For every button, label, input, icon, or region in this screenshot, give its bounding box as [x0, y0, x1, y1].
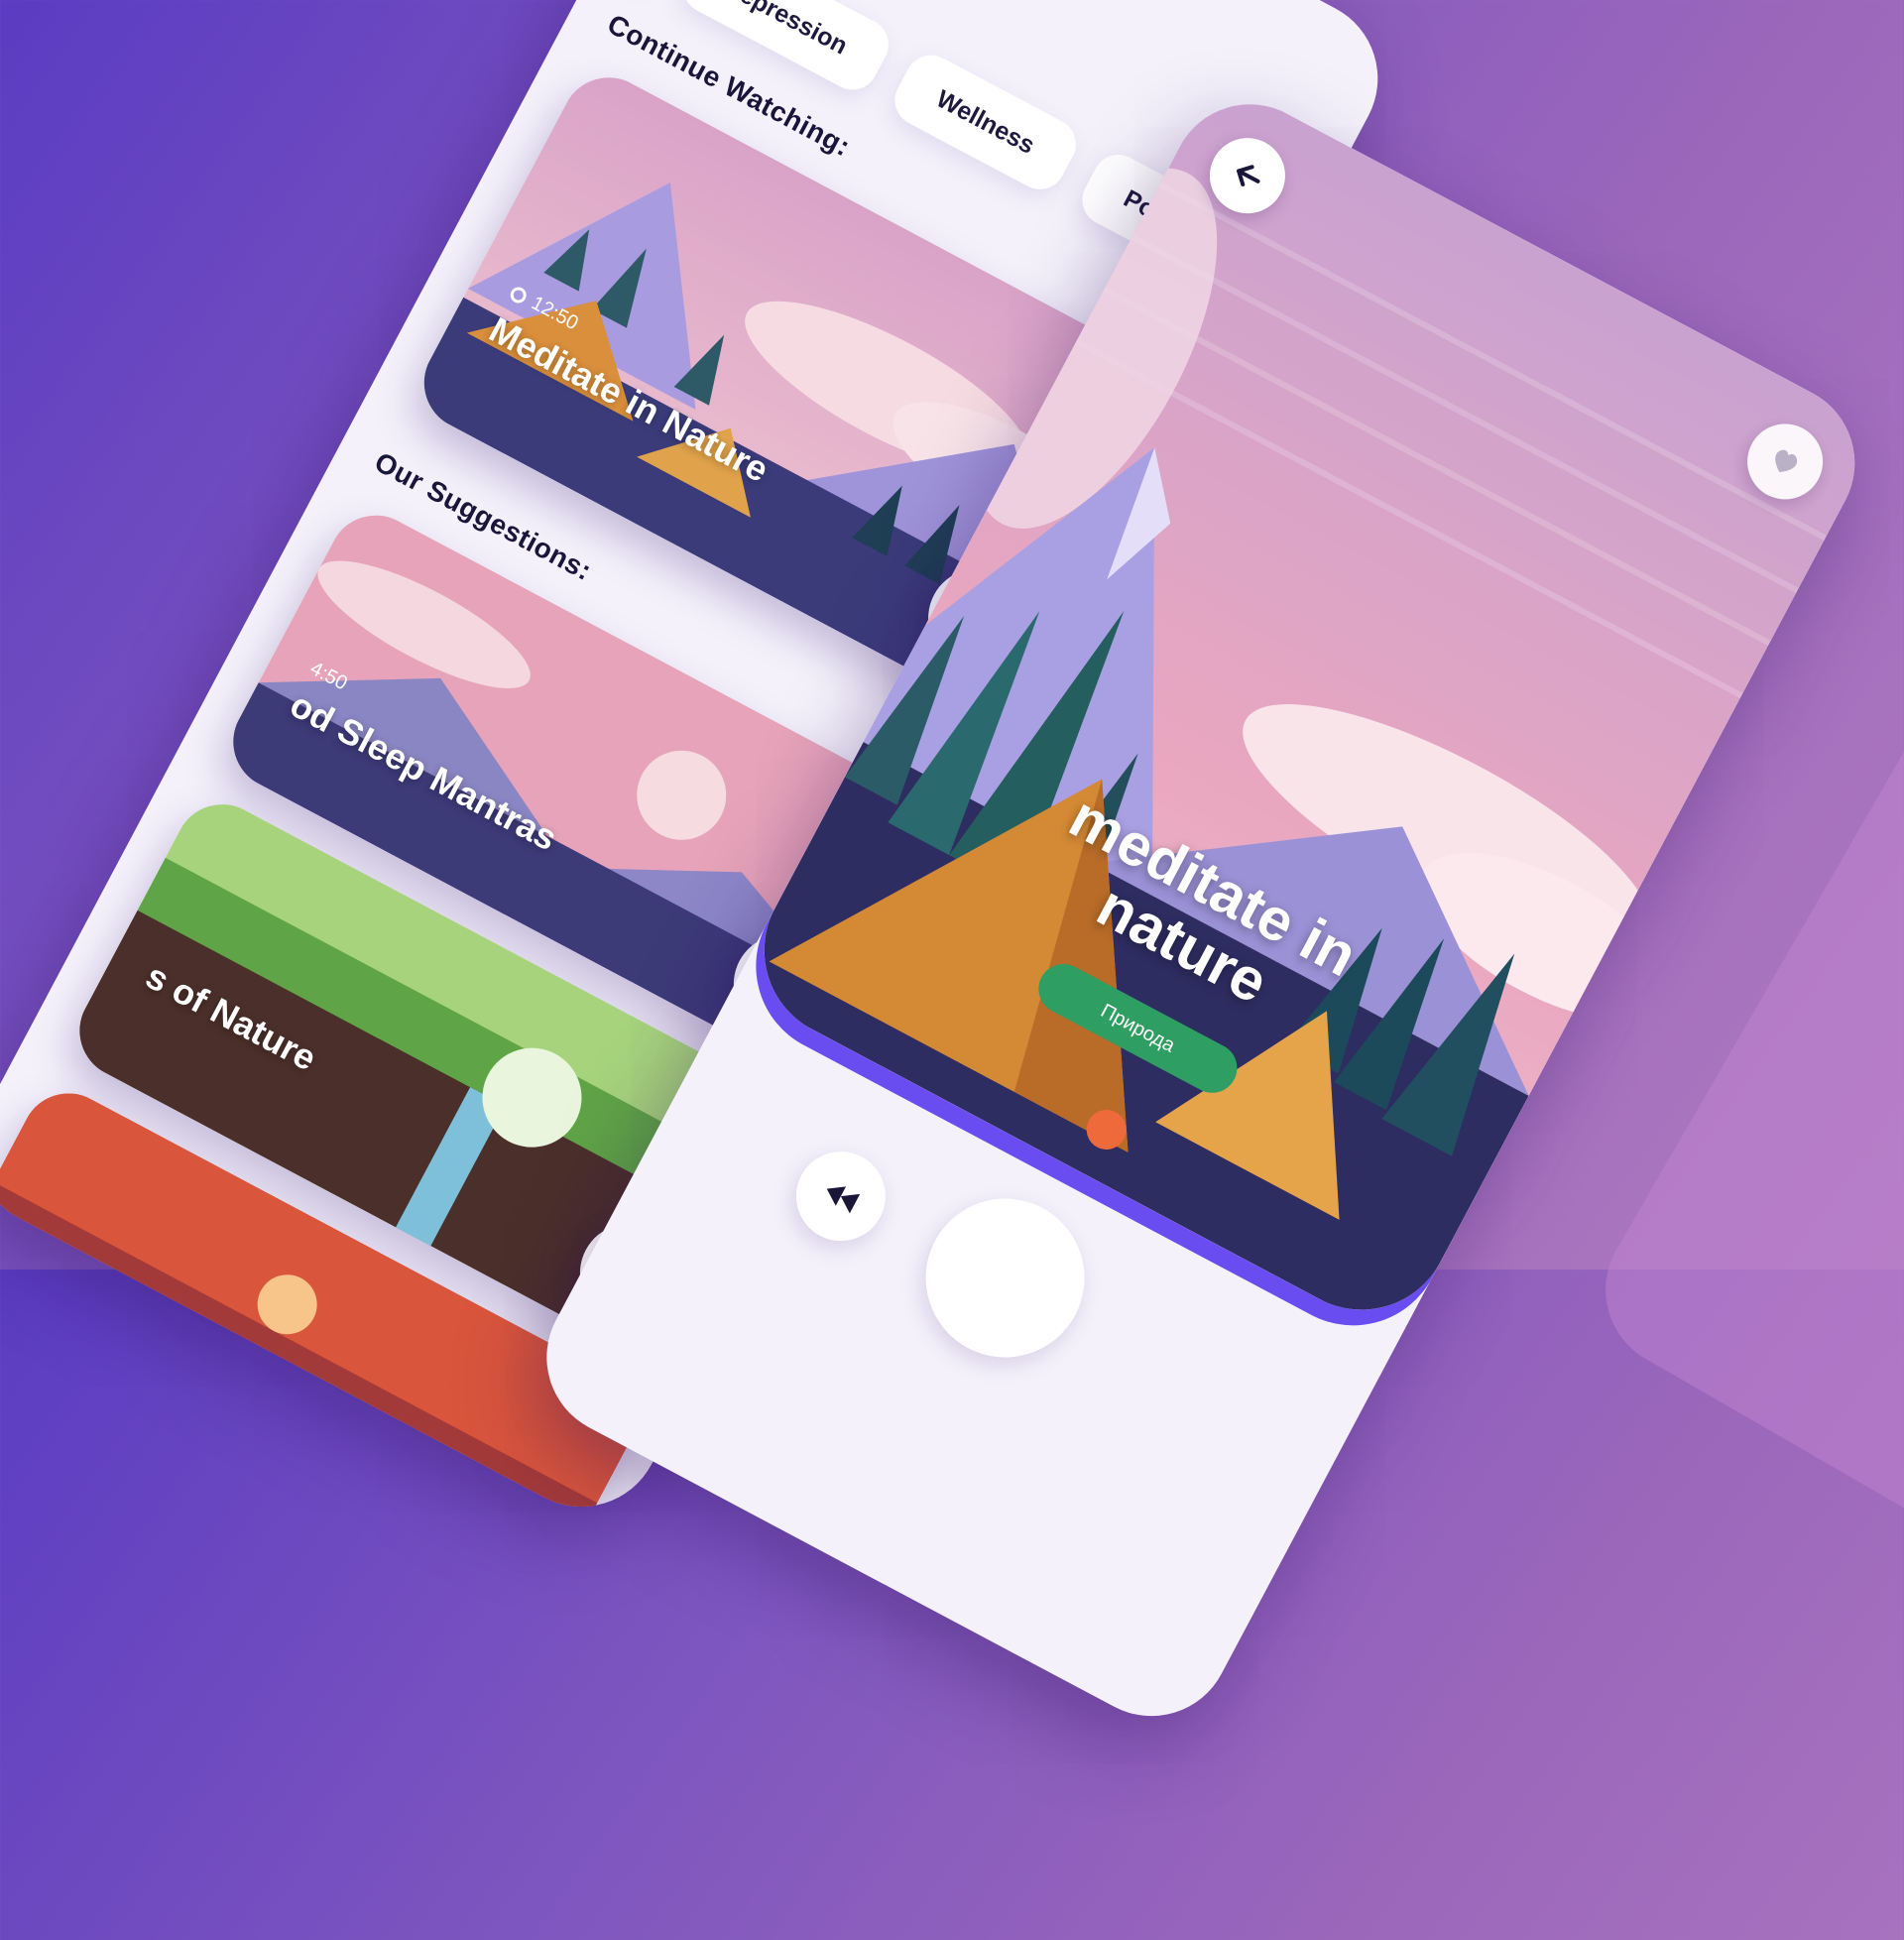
player-hero: meditate in nature Природа — [733, 76, 1883, 1342]
main-play-button[interactable] — [897, 1170, 1113, 1386]
player-screen: meditate in nature Природа — [519, 76, 1883, 1745]
rewind-icon — [826, 1186, 861, 1214]
arrow-left-icon — [1237, 165, 1260, 186]
heart-icon — [1775, 449, 1798, 473]
rewind-button[interactable] — [780, 1136, 901, 1257]
